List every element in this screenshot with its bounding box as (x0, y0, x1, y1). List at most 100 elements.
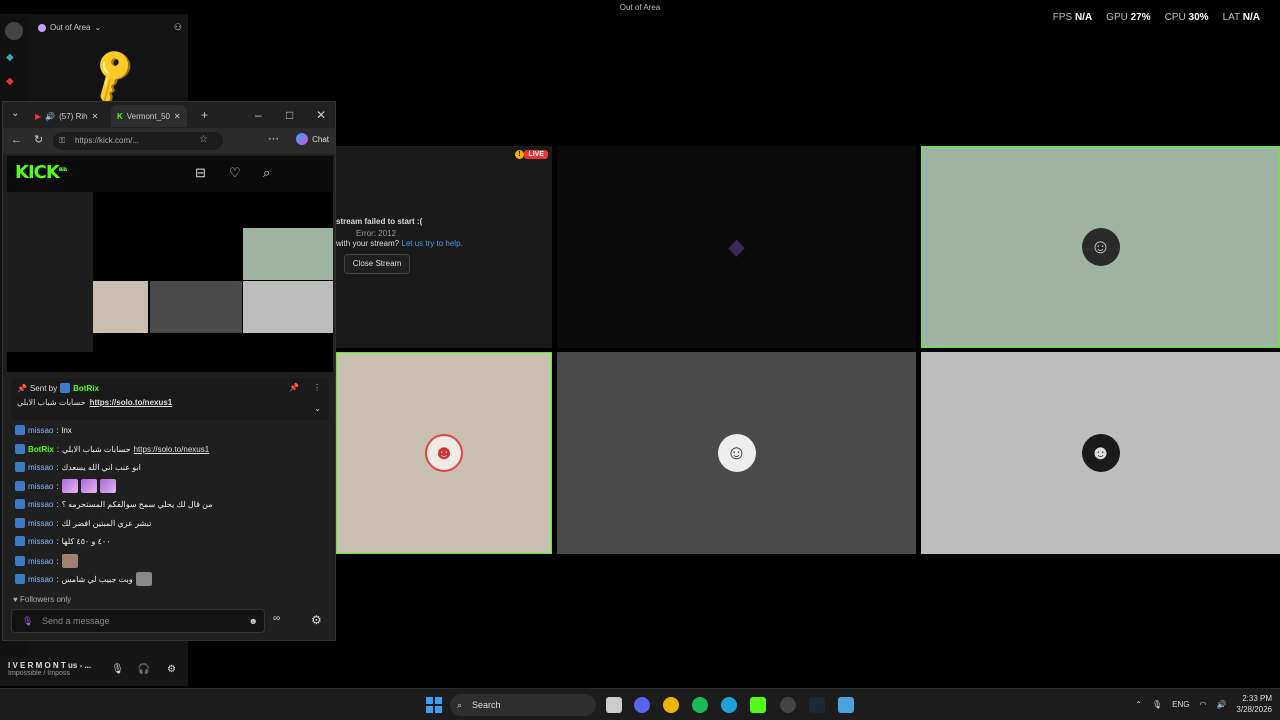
minimize-icon[interactable]: – (255, 108, 262, 122)
emoji-icon[interactable]: ☻ (249, 610, 258, 632)
preview-tile (93, 281, 148, 333)
close-stream-button[interactable]: Close Stream (344, 254, 410, 274)
close-icon[interactable]: ✕ (174, 112, 181, 121)
user-avatar: ☻ (1081, 434, 1120, 472)
chat-message: missao: تبشر عزي المبتين افضر لك (15, 518, 151, 528)
chat-message: missao: وبت جبيب لي شامس (15, 572, 152, 586)
chat-message: BotRix: حسابات شباب الابلي https://solo.… (15, 444, 209, 454)
kick-icon: K (117, 111, 123, 121)
app-icon[interactable] (663, 697, 679, 713)
chat-message: missao: lnx (15, 425, 72, 435)
mic-icon[interactable]: 🎙 (111, 664, 124, 675)
chat-message: missao: (15, 554, 78, 568)
server-header[interactable]: Out of Area ⌄ (38, 23, 101, 32)
chat-message: missao: (15, 479, 116, 493)
chat-message: missao: ٤٠٠ و ٤٥٠ كلها (15, 536, 110, 546)
more-icon[interactable]: ⋯ (268, 132, 279, 145)
taskbar-search[interactable]: ⌕ Search (450, 694, 596, 716)
back-icon[interactable]: ← (11, 134, 22, 146)
help-link[interactable]: Let us try to help. (401, 239, 462, 248)
chat-link[interactable]: https://solo.to/nexus1 (134, 445, 210, 454)
kick-icon[interactable] (750, 697, 766, 713)
chevron-down-icon[interactable]: ⌄ (314, 404, 321, 413)
mic-icon[interactable]: 🎙 (1152, 700, 1162, 709)
discord-home-icon[interactable] (5, 22, 23, 40)
address-bar-row: ← ↻ ⚿ https://kick.com/... ☆ ⋯ Chat (3, 128, 335, 154)
kick-logo[interactable]: KICKBETA (15, 162, 67, 183)
cpu-readout: CPU 30% (1164, 12, 1209, 23)
pinned-link[interactable]: https://solo.to/nexus1 (90, 398, 173, 407)
language-indicator[interactable]: ENG (1172, 700, 1189, 709)
kick-badge-icon (15, 556, 25, 566)
error-title: stream failed to start :( (336, 217, 423, 226)
lat-readout: LAT N/A (1222, 12, 1260, 23)
video-tile-speaking[interactable]: ☺ (921, 146, 1280, 348)
kick-badge-icon (15, 462, 25, 472)
kick-badge-icon (60, 383, 71, 393)
message-input[interactable]: 🎙 Send a message ☻ (11, 609, 265, 633)
youtube-icon: ▶ (35, 111, 42, 121)
preview-tile (243, 281, 333, 333)
edge-icon[interactable] (721, 697, 737, 713)
discord-icon[interactable] (634, 697, 650, 713)
kick-badge-icon (15, 518, 25, 528)
app-icon[interactable] (838, 697, 854, 713)
video-tile[interactable]: ☻ (921, 352, 1280, 554)
emote-icon (99, 479, 116, 493)
video-tile-errored[interactable]: ! LIVE stream failed to start :( Error: … (336, 146, 552, 348)
site-info-icon[interactable]: ⚿ (59, 132, 65, 150)
volume-icon[interactable]: 🔊 (1216, 700, 1226, 709)
user-avatar: ☻ (425, 434, 463, 472)
close-window-icon[interactable]: ✕ (316, 108, 326, 122)
maximize-icon[interactable]: □ (286, 108, 293, 122)
preview-tile (150, 281, 242, 333)
wifi-icon[interactable]: ◠ (1199, 700, 1206, 709)
copilot-icon (296, 133, 309, 145)
browse-icon[interactable]: ⊟ (195, 165, 206, 181)
headphones-icon[interactable]: 🎧 (138, 664, 150, 675)
favorite-icon[interactable]: ☆ (199, 134, 208, 145)
browser-window: ⌄ ▶ 🔊 (57) Rih ✕ K Vermont_50 ✕ + – □ ✕ … (2, 101, 336, 641)
file-explorer-icon[interactable] (606, 697, 622, 713)
add-user-icon[interactable]: ⚇ (174, 22, 182, 33)
video-tile[interactable]: ◆ (557, 146, 916, 348)
chat-settings-icon[interactable]: ⚙ (311, 613, 322, 627)
settings-icon[interactable]: ⚙ (167, 664, 176, 675)
server-icon[interactable]: ◆ (6, 76, 20, 90)
gpu-readout: GPU 27% (1106, 12, 1151, 23)
clock[interactable]: 2:33 PM 3/28/2026 (1236, 693, 1272, 715)
tab-kick[interactable]: K Vermont_50 ✕ (111, 105, 187, 127)
kebab-icon[interactable]: ⋮ (313, 383, 321, 392)
tab-youtube[interactable]: ▶ 🔊 (57) Rih ✕ (29, 105, 104, 127)
pinned-user[interactable]: BotRix (73, 384, 99, 393)
video-tile[interactable]: ☺ (557, 352, 916, 554)
points-icon[interactable]: ∞ (273, 613, 280, 624)
placeholder-logo-icon: ◆ (728, 234, 745, 259)
url-field[interactable]: ⚿ https://kick.com/... (53, 132, 223, 150)
server-name: Out of Area (50, 23, 91, 32)
start-button[interactable] (426, 697, 442, 713)
search-icon[interactable]: ⌕ (263, 165, 270, 181)
chevron-up-icon[interactable]: ⌃ (1135, 700, 1142, 709)
tab-list-icon[interactable]: ⌄ (11, 108, 19, 119)
window-title: Out of Area (619, 3, 661, 12)
copilot-chat-button[interactable]: Chat (296, 133, 329, 145)
close-icon[interactable]: ✕ (92, 112, 99, 121)
warning-icon: ! (515, 150, 524, 159)
user-panel: I V E R M O N T us - ... Impossible / Im… (0, 656, 188, 686)
mic-icon[interactable]: 🎙 (22, 610, 33, 632)
new-tab-icon[interactable]: + (201, 108, 208, 122)
server-icon[interactable]: ◆ (6, 52, 20, 66)
video-tile-speaking[interactable]: ☻ (336, 352, 552, 554)
kick-badge-icon (15, 499, 25, 509)
steam-icon[interactable] (809, 697, 825, 713)
error-code: Error: 2012 (356, 229, 397, 238)
settings-icon[interactable] (780, 697, 796, 713)
user-avatar: ☺ (1081, 228, 1120, 266)
spotify-icon[interactable] (692, 697, 708, 713)
stream-player[interactable] (7, 192, 333, 372)
unpin-icon[interactable]: 📌 (289, 383, 299, 392)
heart-icon[interactable]: ♡ (229, 165, 241, 181)
taskbar: ⌕ Search ⌃ 🎙 ENG ◠ 🔊 2:33 PM 3/28/2026 (0, 688, 1280, 720)
refresh-icon[interactable]: ↻ (34, 133, 43, 146)
